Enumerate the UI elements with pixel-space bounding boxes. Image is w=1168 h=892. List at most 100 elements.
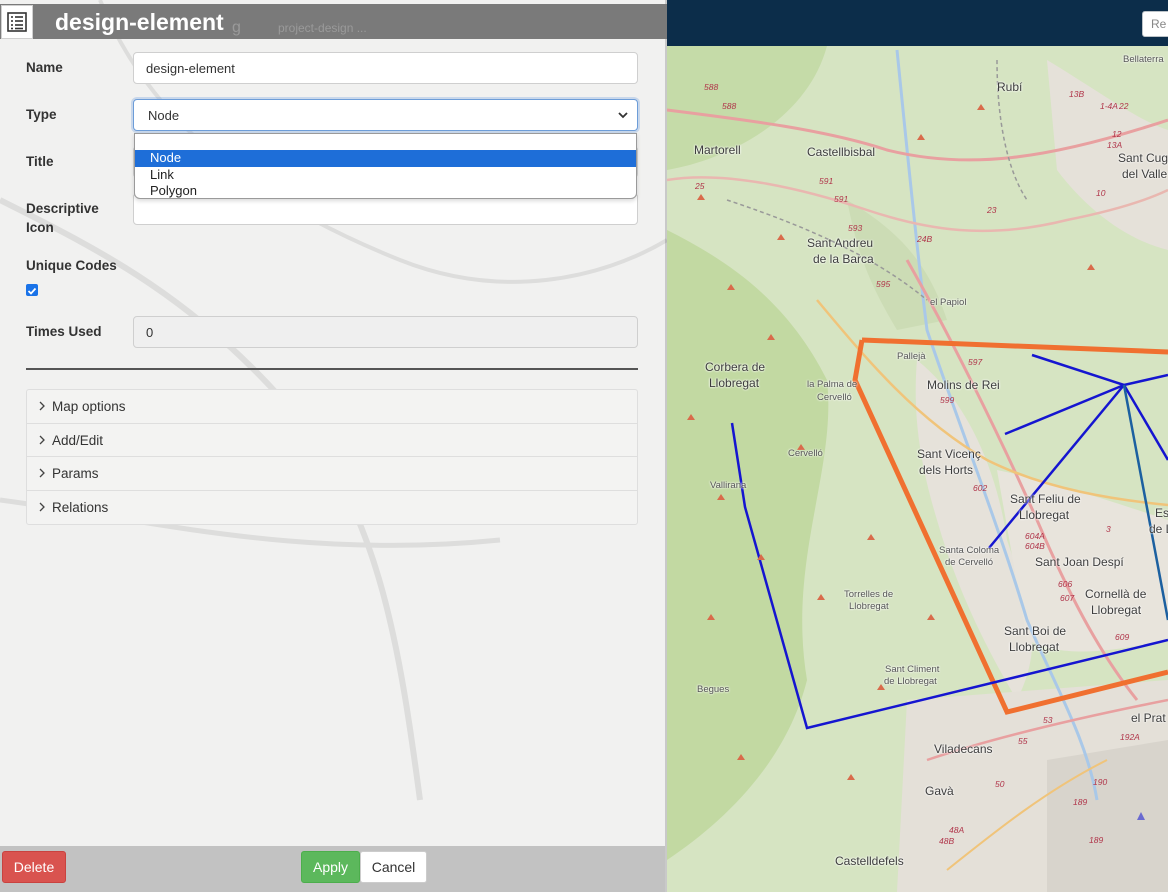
road-number: 595 <box>876 279 891 289</box>
map-label: Bellaterra <box>1123 54 1164 65</box>
accordion-map-options[interactable]: Map options <box>27 390 637 424</box>
road-number: 3 <box>1106 524 1111 534</box>
map-label: Cervelló <box>817 392 852 403</box>
road-number: 13A <box>1107 140 1123 150</box>
map-label: Gavà <box>925 784 954 798</box>
accordion-label: Params <box>52 466 99 481</box>
panel-header: design-element g project-design ... <box>0 4 667 39</box>
accordion-relations[interactable]: Relations <box>27 491 637 525</box>
map-search-input[interactable]: Re <box>1142 11 1168 37</box>
map-label: Llobregat <box>709 376 760 390</box>
list-icon[interactable] <box>1 5 33 39</box>
descriptive-icon-label-line1: Descriptive <box>26 201 99 216</box>
element-editor-panel: design-element g project-design ... Name… <box>0 0 667 892</box>
road-number: 597 <box>968 357 983 367</box>
map-toolbar: Re <box>667 0 1168 46</box>
road-number: 48B <box>939 836 955 846</box>
map-label: Molins de Rei <box>927 378 1000 392</box>
times-used-field: 0 <box>133 316 638 348</box>
options-accordion: Map options Add/Edit Params Relations <box>26 389 638 525</box>
map-label: Martorell <box>694 143 741 157</box>
road-number: 606 <box>1058 579 1073 589</box>
map-view[interactable]: Re Bellaterra Rubí Martorell Castellbisb… <box>667 0 1168 892</box>
road-number: 190 <box>1093 777 1108 787</box>
chevron-right-icon <box>39 468 45 478</box>
road-number: 602 <box>973 483 988 493</box>
times-used-label: Times Used <box>26 324 102 339</box>
map-label: Sant Feliu de <box>1010 492 1081 506</box>
road-number: 50 <box>995 779 1005 789</box>
name-label: Name <box>26 60 63 75</box>
road-number: 593 <box>848 223 863 233</box>
map-label: Sant Joan Despí <box>1035 555 1124 569</box>
name-input[interactable]: design-element <box>133 52 638 84</box>
map-label: Llobregat <box>1091 603 1142 617</box>
road-number: 23 <box>987 205 997 215</box>
delete-button[interactable]: Delete <box>2 851 66 883</box>
map-label: el Prat <box>1131 711 1166 725</box>
unique-codes-label: Unique Codes <box>26 258 117 273</box>
map-label: Sant Boi de <box>1004 624 1067 638</box>
road-number: 24B <box>917 234 933 244</box>
type-dropdown-list: Node Link Polygon <box>134 133 637 199</box>
accordion-label: Relations <box>52 499 109 515</box>
unique-codes-checkbox[interactable] <box>26 284 38 296</box>
chevron-right-icon <box>39 401 45 411</box>
accordion-params[interactable]: Params <box>27 457 637 491</box>
apply-button[interactable]: Apply <box>301 851 360 883</box>
map-label: el Papiol <box>930 297 967 308</box>
road-number: 591 <box>834 194 849 204</box>
road-number: 604B <box>1025 541 1045 551</box>
accordion-label: Add/Edit <box>52 432 104 448</box>
header-ghost-text: project-design ... <box>278 21 367 35</box>
descriptive-icon-label-line2: Icon <box>26 220 54 235</box>
road-number: 48A <box>949 825 965 835</box>
road-number: 189 <box>1089 835 1104 845</box>
map-label: Pallejà <box>897 351 926 362</box>
page-title: design-element <box>55 9 224 35</box>
type-select[interactable]: Node <box>133 99 638 131</box>
map-label: del Valle <box>1122 167 1168 181</box>
map-label: de Cervelló <box>945 557 994 568</box>
road-number: 53 <box>1043 715 1053 725</box>
road-number: 607 <box>1060 593 1075 603</box>
title-label: Title <box>26 154 54 169</box>
map-label: Llobregat <box>1019 508 1070 522</box>
road-number: 13B <box>1069 89 1085 99</box>
accordion-label: Map options <box>52 399 126 414</box>
road-number: 609 <box>1115 632 1130 642</box>
map-label: Castellbisbal <box>807 145 876 159</box>
cancel-button[interactable]: Cancel <box>360 851 427 883</box>
map-label: Cervelló <box>788 448 823 459</box>
map-label: de Ll <box>1149 522 1168 536</box>
type-selected-value: Node <box>148 108 180 123</box>
map-label: Begues <box>697 684 730 695</box>
checkmark-icon <box>27 287 37 295</box>
road-number: 25 <box>695 181 705 191</box>
road-number: 599 <box>940 395 955 405</box>
road-number: 192A <box>1120 732 1140 742</box>
descriptive-icon-label: Descriptive Icon <box>26 199 99 237</box>
accordion-add-edit[interactable]: Add/Edit <box>27 424 637 457</box>
section-divider <box>26 368 638 370</box>
type-option-polygon[interactable]: Polygon <box>135 183 636 200</box>
chevron-right-icon <box>39 435 45 444</box>
road-number: 591 <box>819 176 834 186</box>
map-label: Cornellà de <box>1085 587 1147 601</box>
road-number: 55 <box>1018 736 1028 746</box>
road-number: 10 <box>1096 188 1106 198</box>
type-option-node[interactable]: Node <box>135 150 636 167</box>
map-label: Sant Andreu <box>807 236 874 250</box>
map-label: Vallirana <box>710 480 747 491</box>
map-label: Sant Cug <box>1118 151 1168 165</box>
map-canvas[interactable] <box>667 46 1168 892</box>
type-option-link[interactable]: Link <box>135 167 636 184</box>
map-label: Rubí <box>997 80 1023 94</box>
chevron-right-icon <box>39 502 45 511</box>
map-label: Castelldefels <box>835 854 904 868</box>
chevron-down-icon <box>618 112 628 119</box>
map-label: Esp <box>1155 506 1168 520</box>
road-number: 12 <box>1112 129 1122 139</box>
road-number: 588 <box>722 101 737 111</box>
map-label: de la Barca <box>813 252 874 266</box>
